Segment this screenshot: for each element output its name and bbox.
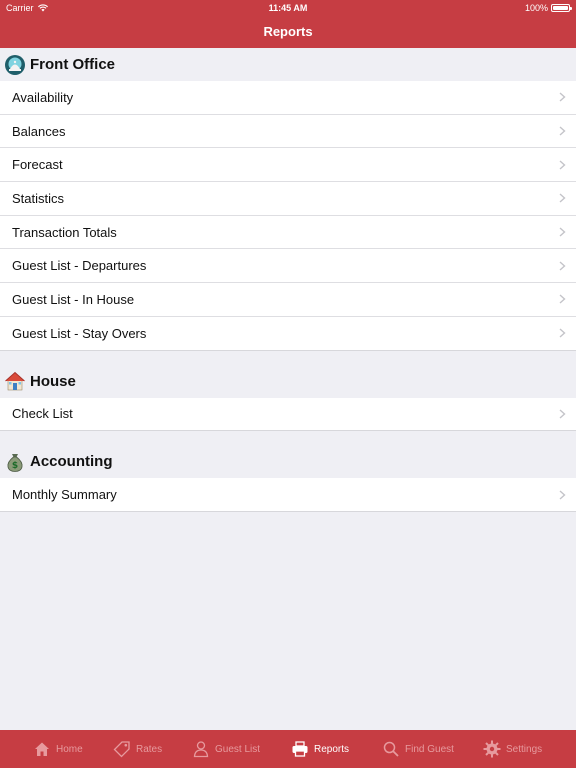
section-header-front-office: Front Office	[0, 48, 576, 81]
row-label: Guest List - In House	[12, 291, 135, 307]
chevron-right-icon	[559, 92, 566, 102]
svg-text:$: $	[12, 461, 18, 471]
chevron-right-icon	[559, 126, 566, 136]
row-label: Forecast	[12, 157, 63, 173]
chevron-right-icon	[559, 294, 566, 304]
report-row-check-list[interactable]: Check List	[0, 398, 576, 432]
printer-icon	[292, 741, 308, 757]
report-row-guest-list-departures[interactable]: Guest List - Departures	[0, 249, 576, 284]
battery-icon	[551, 4, 572, 12]
row-label: Statistics	[12, 190, 65, 206]
tab-settings[interactable]: Settings	[483, 730, 542, 768]
person-icon	[193, 741, 209, 758]
tab-label: Home	[56, 743, 83, 755]
report-row-forecast[interactable]: Forecast	[0, 148, 576, 183]
money-bag-icon: $	[7, 453, 23, 472]
tab-find-guest[interactable]: Find Guest	[382, 730, 454, 768]
home-icon	[35, 742, 49, 756]
battery-percent: 100%	[524, 3, 548, 13]
chevron-right-icon	[559, 227, 566, 237]
row-label: Balances	[12, 123, 66, 139]
concierge-bell-icon	[5, 54, 25, 75]
top-bar: Carrier 11:45 AM 100% Reports	[0, 0, 576, 48]
row-label: Availability	[12, 89, 74, 105]
gear-icon	[483, 740, 501, 758]
tab-label: Find Guest	[405, 743, 454, 755]
tab-label: Guest List	[215, 743, 261, 755]
status-time: 11:45 AM	[268, 3, 308, 13]
chevron-right-icon	[559, 193, 566, 203]
report-row-availability[interactable]: Availability	[0, 81, 576, 115]
tab-guest-list[interactable]: Guest List	[192, 730, 260, 768]
row-label: Guest List - Departures	[12, 258, 147, 274]
report-row-monthly-summary[interactable]: Monthly Summary	[0, 478, 576, 512]
chevron-right-icon	[559, 328, 566, 338]
chevron-right-icon	[559, 261, 566, 271]
report-row-statistics[interactable]: Statistics	[0, 182, 576, 216]
tab-home[interactable]: Home	[33, 730, 83, 768]
report-row-guest-list-stay-overs[interactable]: Guest List - Stay Overs	[0, 317, 576, 351]
chevron-right-icon	[559, 490, 566, 500]
search-icon	[383, 741, 399, 757]
row-label: Guest List - Stay Overs	[12, 325, 147, 341]
tab-reports[interactable]: Reports	[291, 730, 349, 768]
row-label: Transaction Totals	[12, 224, 117, 240]
row-label: Monthly Summary	[12, 487, 117, 503]
tag-icon	[113, 741, 130, 758]
section-title: House	[30, 372, 76, 390]
tab-bar: Home Rates Guest List Reports Find Guest…	[0, 730, 576, 768]
section-header-accounting: $ Accounting	[0, 445, 576, 478]
chevron-right-icon	[559, 409, 566, 419]
report-row-transaction-totals[interactable]: Transaction Totals	[0, 216, 576, 250]
section-header-house: House	[0, 365, 576, 398]
house-icon	[5, 371, 25, 391]
reports-list: Front Office Availability Balances Forec…	[0, 48, 576, 512]
section-title: Front Office	[30, 56, 115, 73]
section-title: Accounting	[30, 453, 113, 471]
section-rows-accounting: Monthly Summary	[0, 478, 576, 512]
report-row-guest-list-in-house[interactable]: Guest List - In House	[0, 283, 576, 317]
report-row-balances[interactable]: Balances	[0, 115, 576, 149]
section-rows-front-office: Availability Balances Forecast Statistic…	[0, 81, 576, 351]
chevron-right-icon	[559, 160, 566, 170]
section-rows-house: Check List	[0, 397, 576, 432]
page-title: Reports	[263, 24, 313, 39]
battery-indicator: 100%	[524, 0, 572, 16]
status-bar: Carrier 11:45 AM 100%	[0, 0, 576, 16]
app-root: Carrier 11:45 AM 100% Reports Front Offi…	[0, 0, 576, 768]
tab-label: Rates	[136, 743, 163, 755]
tab-label: Reports	[314, 743, 350, 755]
tab-rates[interactable]: Rates	[113, 730, 162, 768]
tab-label: Settings	[506, 743, 543, 755]
row-label: Check List	[12, 406, 73, 422]
